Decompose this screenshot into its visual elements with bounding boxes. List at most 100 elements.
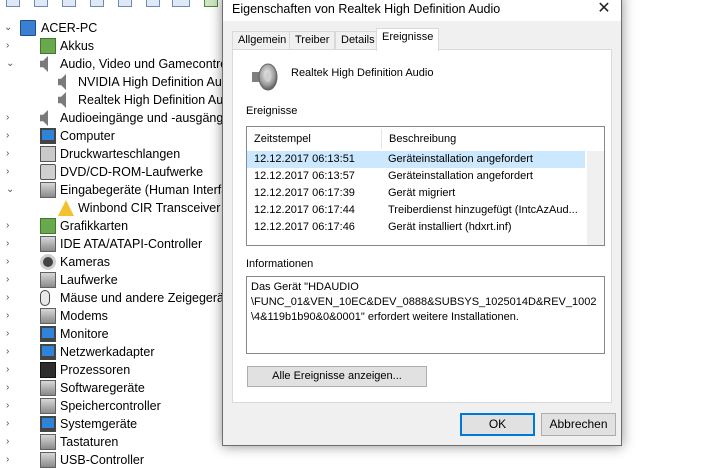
event-row[interactable]: 12.12.2017 06:17:46 Gerät installiert (hd… [247, 219, 585, 236]
tree-item-label: Tastaturen [60, 435, 119, 449]
expand-arrow-icon[interactable]: › [6, 292, 16, 304]
tree-item[interactable]: › Tastaturen [0, 433, 225, 451]
toolbar-icon[interactable] [34, 0, 48, 7]
expand-arrow-icon[interactable]: › [6, 400, 16, 412]
tree-item-label: Kameras [60, 255, 111, 269]
expand-arrow-icon[interactable]: › [6, 166, 16, 178]
tree-item[interactable]: › Kameras [0, 253, 225, 271]
tree-item-label: Eingabegeräte (Human Interface Devices) [60, 183, 225, 197]
tree-item[interactable]: › Druckwarteschlangen [0, 145, 225, 163]
expand-arrow-icon[interactable]: › [6, 112, 16, 124]
expand-arrow-icon[interactable]: › [6, 382, 16, 394]
tree-item[interactable]: › DVD/CD-ROM-Laufwerke [0, 163, 225, 181]
expand-arrow-icon[interactable]: › [6, 256, 16, 268]
mouse-icon [40, 290, 50, 306]
event-row[interactable]: 12.12.2017 06:17:44 Treiberdienst hinzuge… [247, 202, 585, 219]
keyboard-icon [40, 434, 56, 450]
collapse-arrow-icon[interactable]: ⌄ [4, 22, 14, 34]
tree-item[interactable]: › Systemgeräte [0, 415, 225, 433]
background-right [623, 0, 711, 462]
collapse-arrow-icon[interactable]: ⌄ [6, 58, 16, 70]
toolbar-icon[interactable] [6, 0, 20, 7]
tree-item[interactable]: Winbond CIR Transceiver [0, 199, 225, 217]
disc-drive-icon [40, 164, 56, 180]
tree-item[interactable]: › Laufwerke [0, 271, 225, 289]
tree-item[interactable]: › Audioeingänge und -ausgänge [0, 109, 225, 127]
processor-icon [40, 362, 56, 378]
tree-item[interactable]: ⌄ Eingabegeräte (Human Interface Devices) [0, 181, 225, 199]
tree-item-label: Audio, Video und Gamecontroller [60, 57, 225, 71]
tab-allgemein[interactable]: Allgemein [232, 31, 293, 50]
expand-arrow-icon[interactable]: › [6, 328, 16, 340]
tree-item[interactable]: › IDE ATA/ATAPI-Controller [0, 235, 225, 253]
event-timestamp: 12.12.2017 06:17:39 [254, 187, 355, 199]
computer-icon [20, 20, 36, 36]
speaker-icon [40, 110, 48, 126]
tree-item[interactable]: › Softwaregeräte [0, 379, 225, 397]
tree-item[interactable]: Realtek High Definition Audio [0, 91, 225, 109]
expand-arrow-icon[interactable]: › [6, 220, 16, 232]
tree-item-label: Modems [60, 309, 108, 323]
tree-item[interactable]: ⌄ Audio, Video und Gamecontroller [0, 55, 225, 73]
expand-arrow-icon[interactable]: › [6, 454, 16, 466]
tree-item[interactable]: › Akkus [0, 37, 225, 55]
title-bar[interactable]: Eigenschaften von Realtek High Definitio… [223, 0, 621, 21]
tab-details[interactable]: Details [335, 31, 381, 50]
event-timestamp: 12.12.2017 06:13:51 [254, 153, 355, 165]
toolbar-icon[interactable] [90, 0, 104, 7]
tree-item-label: Prozessoren [60, 363, 131, 377]
events-panel: Realtek High Definition Audio Ereignisse… [232, 49, 612, 403]
column-header-description[interactable]: Beschreibung [382, 127, 587, 151]
toolbar-icon[interactable] [146, 0, 160, 7]
tree-item[interactable]: › Mäuse und andere Zeigegeräte [0, 289, 225, 307]
column-header-timestamp[interactable]: Zeitstempel [247, 127, 381, 151]
tree-item[interactable]: › Modems [0, 307, 225, 325]
expand-arrow-icon[interactable]: › [6, 238, 16, 250]
expand-arrow-icon[interactable]: › [6, 436, 16, 448]
show-all-events-button[interactable]: Alle Ereignisse anzeigen... [247, 366, 427, 387]
expand-arrow-icon[interactable]: › [6, 274, 16, 286]
tree-item[interactable]: › Monitore [0, 325, 225, 343]
toolbar-icon[interactable] [62, 0, 76, 7]
tree-item-label: Computer [60, 129, 115, 143]
tab-ereignisse[interactable]: Ereignisse [376, 28, 440, 51]
tree-item-label: Audioeingänge und -ausgänge [60, 111, 225, 125]
tree-item[interactable]: › USB-Controller [0, 451, 225, 469]
toolbar-icon[interactable] [118, 0, 132, 7]
toolbar-icon[interactable] [204, 0, 218, 7]
tree-item[interactable]: › Speichercontroller [0, 397, 225, 415]
events-list[interactable]: Zeitstempel Beschreibung 12.12.2017 06:1… [246, 126, 605, 246]
monitor-icon [40, 128, 56, 144]
expand-arrow-icon[interactable]: › [6, 346, 16, 358]
collapse-arrow-icon[interactable]: ⌄ [6, 184, 16, 196]
modem-icon [40, 308, 56, 324]
info-textbox[interactable]: Das Gerät "HDAUDIO \FUNC_01&VEN_10EC&DEV… [246, 276, 605, 354]
tree-item[interactable]: › Prozessoren [0, 361, 225, 379]
expand-arrow-icon[interactable]: › [6, 364, 16, 376]
cancel-button[interactable]: Abbrechen [541, 413, 616, 436]
tree-item-label: Druckwarteschlangen [60, 147, 181, 161]
hid-icon [40, 182, 56, 198]
expand-arrow-icon[interactable]: › [6, 418, 16, 430]
event-row[interactable]: 12.12.2017 06:13:57 Geräteinstallation an… [247, 168, 585, 185]
toolbar-icon[interactable] [172, 0, 190, 7]
tree-item[interactable]: › Grafikkarten [0, 217, 225, 235]
ok-button[interactable]: OK [460, 413, 535, 436]
event-row[interactable]: 12.12.2017 06:17:39 Gerät migriert [247, 185, 585, 202]
vertical-scrollbar[interactable] [587, 151, 604, 245]
tree-item[interactable]: NVIDIA High Definition Audio [0, 73, 225, 91]
expand-arrow-icon[interactable]: › [6, 148, 16, 160]
tree-item[interactable]: › Computer [0, 127, 225, 145]
tree-item-label: Akkus [60, 39, 95, 53]
expand-arrow-icon[interactable]: › [6, 40, 16, 52]
expand-arrow-icon[interactable]: › [6, 130, 16, 142]
tab-treiber[interactable]: Treiber [289, 31, 336, 50]
close-icon[interactable]: ✕ [591, 0, 617, 19]
tree-item-label: Grafikkarten [60, 219, 129, 233]
event-row[interactable]: 12.12.2017 06:13:51 Geräteinstallation an… [247, 151, 585, 168]
expand-arrow-icon[interactable]: › [6, 310, 16, 322]
system-device-icon [40, 416, 56, 432]
tree-item[interactable]: › Netzwerkadapter [0, 343, 225, 361]
tree-item-label: IDE ATA/ATAPI-Controller [60, 237, 203, 251]
tree-root[interactable]: ⌄ ACER-PC [0, 19, 225, 37]
